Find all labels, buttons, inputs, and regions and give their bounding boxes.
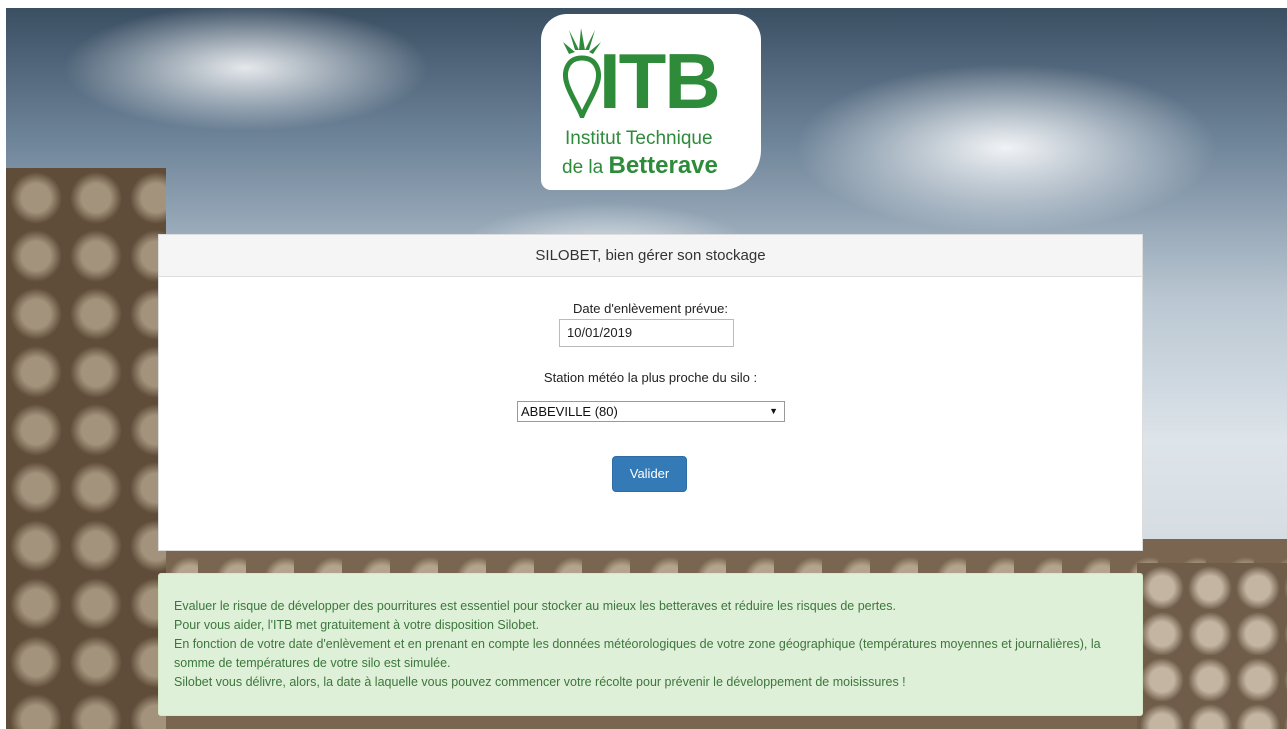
silobet-form-panel: SILOBET, bien gérer son stockage Date d'…: [158, 234, 1143, 551]
beet-logo-icon: [563, 28, 601, 118]
info-line-2: Pour vous aider, l'ITB met gratuitement …: [174, 618, 540, 632]
date-label: Date d'enlèvement prévue:: [573, 301, 728, 316]
beet-pile-right-image: [1137, 563, 1287, 729]
station-select-value: ABBEVILLE (80): [521, 404, 618, 419]
beet-pile-left-image: [6, 168, 166, 729]
station-label: Station météo la plus proche du silo :: [543, 370, 758, 385]
logo-subtitle-1: Institut Technique: [565, 128, 713, 149]
info-line-1: Evaluer le risque de développer des pour…: [174, 599, 896, 613]
date-input[interactable]: 10/01/2019: [559, 319, 734, 347]
valider-button[interactable]: Valider: [612, 456, 687, 492]
info-line-4: Silobet vous délivre, alors, la date à l…: [174, 675, 906, 689]
logo-subtitle-prefix: de la: [562, 157, 604, 178]
logo-brand: ITB: [599, 37, 721, 125]
logo-subtitle-2: de la Betterave: [562, 154, 718, 178]
panel-title: SILOBET, bien gérer son stockage: [159, 235, 1142, 277]
info-alert: Evaluer le risque de développer des pour…: [158, 573, 1143, 716]
station-select[interactable]: ABBEVILLE (80) ▼: [517, 401, 785, 422]
info-line-3: En fonction de votre date d'enlèvement e…: [174, 637, 1101, 670]
dropdown-arrow-icon: ▼: [769, 406, 778, 416]
itb-logo: ITB Institut Technique de la Betterave: [541, 14, 761, 190]
logo-subtitle-bold: Betterave: [608, 152, 718, 179]
